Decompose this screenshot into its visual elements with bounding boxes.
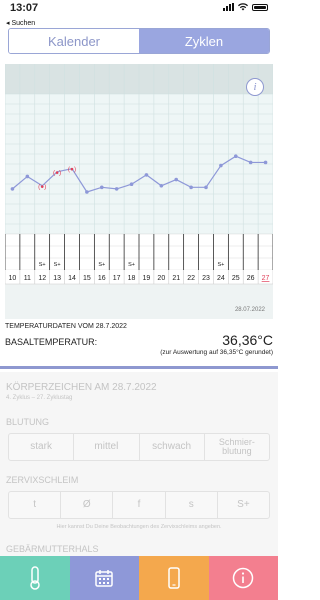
chart-info-button[interactable]: i (246, 78, 264, 96)
data-point (263, 160, 268, 165)
tab-calendar[interactable]: Kalender (9, 29, 139, 53)
mucus-marker: S+ (39, 262, 46, 268)
body-signs-subtitle: 4. Zyklus – 27. Zyklustag (6, 395, 73, 401)
day-label: 21 (172, 275, 180, 282)
tab-cycles[interactable]: Zyklen (139, 29, 269, 53)
basal-temperature-label: BASALTEMPERATUR: (5, 337, 98, 347)
data-point (25, 174, 30, 179)
data-point (10, 187, 15, 191)
excluded-point: (●) (53, 169, 61, 176)
data-point (189, 185, 193, 190)
tab-device[interactable] (139, 556, 209, 600)
temperature-heading: TEMPERATURDATEN VOM 28.7.2022 (5, 323, 127, 330)
day-label: 26 (247, 275, 255, 282)
temperature-data: TEMPERATURDATEN VOM 28.7.2022 BASALTEMPE… (5, 323, 273, 356)
data-point (114, 187, 119, 191)
data-point (99, 185, 104, 190)
bleeding-option-weak[interactable]: schwach (140, 434, 205, 460)
mucus-option-f[interactable]: f (113, 492, 166, 518)
bleeding-option-medium[interactable]: mittel (74, 434, 140, 460)
bleeding-label: BLUTUNG (6, 417, 50, 427)
status-bar: 13:07 (0, 0, 278, 16)
bleeding-option-spotting[interactable]: Schmier- blutung (205, 434, 269, 460)
wifi-icon (238, 3, 248, 11)
cervix-label: GEBÄRMUTTERHALS (6, 544, 99, 554)
tab-calendar-view[interactable] (69, 556, 139, 600)
data-point (248, 160, 253, 165)
data-point (233, 154, 238, 159)
signal-icon (223, 3, 234, 11)
data-point (129, 182, 134, 187)
calendar-icon (95, 570, 113, 587)
status-time: 13:07 (10, 2, 39, 14)
day-label: 17 (113, 275, 121, 282)
mucus-option-s[interactable]: s (166, 492, 218, 518)
day-label: 11 (24, 275, 31, 282)
day-label: 13 (53, 275, 61, 282)
section-divider (0, 366, 278, 369)
bleeding-options: stark mittel schwach Schmier- blutung (8, 433, 270, 461)
day-label: 10 (9, 275, 17, 282)
bleeding-option-strong[interactable]: stark (9, 434, 75, 460)
data-point (204, 185, 208, 190)
day-label: 22 (187, 275, 195, 282)
chart-date-label: 28.07.2022 (234, 307, 265, 313)
mucus-marker: S+ (98, 262, 105, 268)
mucus-marker: S+ (128, 262, 135, 268)
excluded-point: (●) (68, 166, 76, 173)
data-point (159, 183, 164, 188)
body-signs-title: KÖRPERZEICHEN AM 28.7.2022 (6, 382, 157, 393)
day-label: 19 (143, 275, 151, 282)
day-label: 27 (262, 275, 270, 282)
tab-info[interactable] (208, 556, 278, 600)
data-point (174, 177, 179, 182)
day-label: 23 (202, 275, 210, 282)
thermometer-icon (30, 566, 40, 590)
tab-temperature[interactable] (0, 556, 70, 600)
status-icons (223, 3, 268, 11)
data-point (219, 163, 223, 168)
mucus-option-none[interactable]: Ø (61, 492, 114, 518)
chart-canvas: (●) (●) (●) S+ S+ S+ S+ S+ 10 11 12 13 14 15 16 17 18 19 2… (5, 64, 273, 285)
day-label: 16 (98, 275, 106, 282)
mucus-label: ZERVIXSCHLEIM (6, 475, 79, 485)
mucus-marker: S+ (217, 262, 224, 268)
mucus-marker: S+ (54, 262, 61, 268)
mucus-option-t[interactable]: t (9, 492, 62, 518)
day-label: 12 (38, 275, 46, 282)
mucus-option-s-plus[interactable]: S+ (218, 492, 269, 518)
day-label: 15 (83, 275, 91, 282)
bottom-tab-bar (0, 556, 278, 600)
excluded-point: (●) (38, 183, 46, 190)
day-label: 14 (68, 275, 76, 282)
body-signs-section: KÖRPERZEICHEN AM 28.7.2022 4. Zyklus – 2… (0, 372, 278, 562)
info-icon (233, 567, 254, 589)
mucus-hint: Hier kannst Du Deine Beobachtungen des Z… (56, 524, 222, 530)
phone-icon (168, 567, 180, 589)
view-segmented-control[interactable]: Kalender Zyklen (8, 28, 270, 54)
day-label: 18 (128, 275, 136, 282)
temperature-chart[interactable]: (●) (●) (●) S+ S+ S+ S+ S+ 10 11 12 13 14 15 16 17 18 19 2… (5, 64, 273, 319)
basal-temperature-value: 36,36°C (222, 332, 273, 348)
data-point (85, 190, 89, 194)
data-point (144, 173, 149, 177)
mucus-options: t Ø f s S+ (8, 491, 270, 519)
back-link[interactable]: ◂ Suchen (6, 19, 35, 27)
battery-icon (252, 3, 268, 11)
day-label: 20 (157, 275, 165, 282)
rounding-note: (zur Auswertung auf 36,35°C gerundet) (160, 349, 273, 356)
day-label: 25 (232, 275, 240, 282)
day-label: 24 (217, 275, 225, 282)
